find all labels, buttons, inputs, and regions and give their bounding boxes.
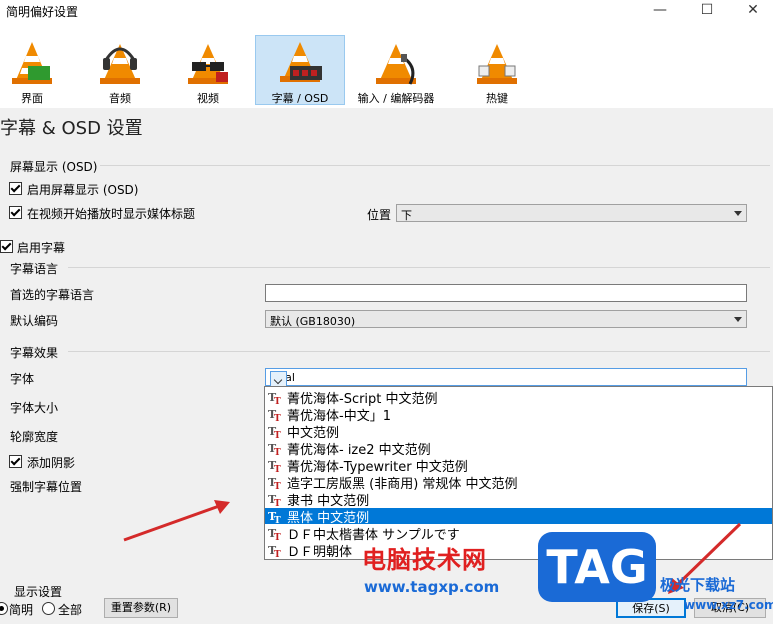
watermark-url: www.tagxp.com <box>364 578 500 596</box>
watermark-side-name: 极光下载站 <box>660 576 736 594</box>
watermark-tag-logo: TAG <box>538 532 656 602</box>
annotation-arrows <box>123 500 742 594</box>
watermark-side-url: www.xz7.com <box>684 598 773 612</box>
arrow-to-font-list <box>123 503 223 542</box>
watermark-site-name: 电脑技术网 <box>362 546 487 574</box>
